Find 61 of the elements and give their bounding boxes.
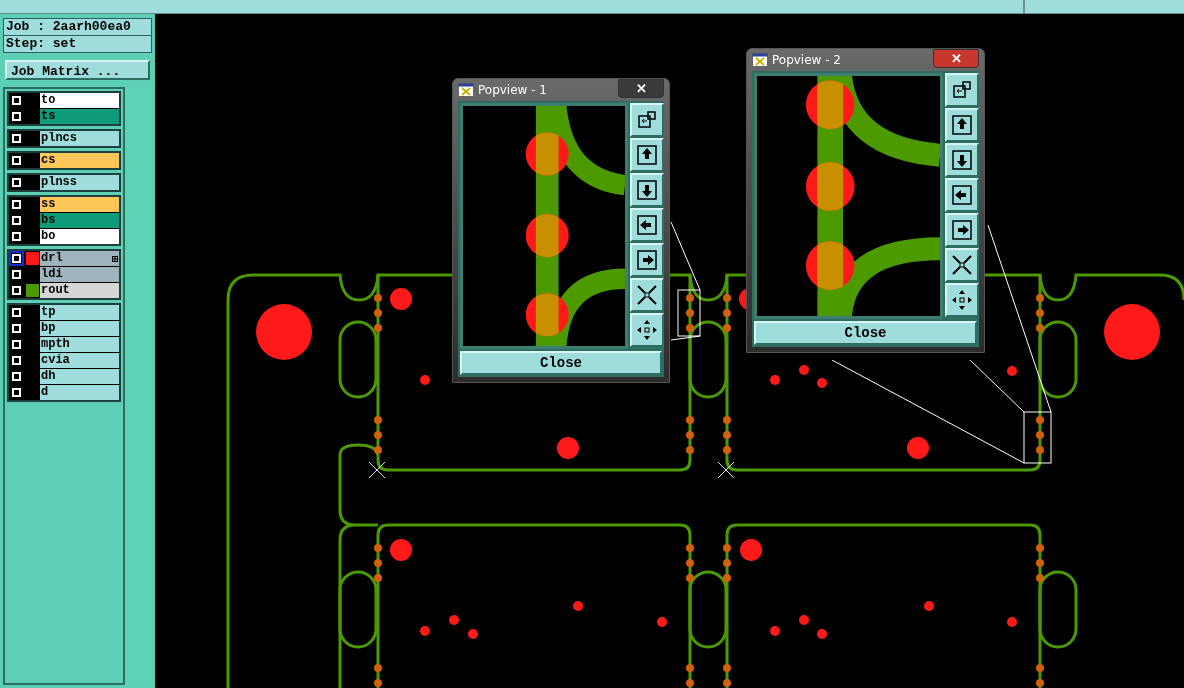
- app-icon: [752, 53, 768, 67]
- layer-row[interactable]: drl: [40, 251, 119, 266]
- job-matrix-button[interactable]: Job Matrix ...: [5, 60, 150, 80]
- arrow-down-icon: [951, 149, 973, 171]
- arrow-right-icon: [636, 249, 658, 271]
- layer-row[interactable]: d: [40, 385, 119, 400]
- expand-arrows-icon: [636, 319, 658, 341]
- view-tool-button[interactable]: [945, 178, 979, 212]
- close-button[interactable]: Close: [754, 321, 977, 345]
- zoom-window-icon: [951, 79, 973, 101]
- close-button[interactable]: Close: [460, 351, 662, 375]
- layer-row[interactable]: ts: [40, 109, 119, 124]
- layer-row[interactable]: mpth: [40, 337, 119, 352]
- view-tool-button[interactable]: [945, 213, 979, 247]
- view-tool-button[interactable]: [630, 138, 664, 172]
- view-tool-button[interactable]: [630, 278, 664, 312]
- close-button[interactable]: ✕: [618, 79, 664, 98]
- layer-row[interactable]: plncs: [40, 131, 119, 146]
- layer-row[interactable]: ldi: [40, 267, 119, 282]
- arrow-down-icon: [636, 179, 658, 201]
- view-tool-button[interactable]: [630, 313, 664, 347]
- expand-arrows-icon: [951, 289, 973, 311]
- arrow-up-icon: [636, 144, 658, 166]
- layer-row[interactable]: ss: [40, 197, 119, 212]
- view-tool-button[interactable]: [630, 243, 664, 277]
- view-tool-button[interactable]: [945, 108, 979, 142]
- window-title: Popview - 1: [478, 82, 547, 99]
- layer-row[interactable]: plnss: [40, 175, 119, 190]
- zoom-area-frame: [1023, 411, 1052, 464]
- layer-row[interactable]: cs: [40, 153, 119, 168]
- close-button[interactable]: ✕: [933, 49, 979, 68]
- layer-row[interactable]: to: [40, 93, 119, 108]
- zoom-area-frame: [677, 289, 701, 337]
- leader-line: [670, 221, 701, 291]
- layer-row[interactable]: tp: [40, 305, 119, 320]
- arrow-up-icon: [951, 114, 973, 136]
- layer-row[interactable]: rout: [40, 283, 119, 298]
- view-tool-button[interactable]: [630, 173, 664, 207]
- layer-row[interactable]: cvia: [40, 353, 119, 368]
- window-title: Popview - 2: [772, 52, 841, 69]
- leader-line: [670, 335, 701, 341]
- layer-row[interactable]: bo: [40, 229, 119, 244]
- shrink-arrows-icon: [951, 254, 973, 276]
- view-tool-button[interactable]: [630, 103, 664, 137]
- job-name: Job : 2aarh00ea0: [4, 19, 151, 35]
- arrow-left-icon: [636, 214, 658, 236]
- view-tool-button[interactable]: [945, 73, 979, 107]
- layer-row[interactable]: bp: [40, 321, 119, 336]
- layer-row[interactable]: bs: [40, 213, 119, 228]
- view-tool-button[interactable]: [630, 208, 664, 242]
- grid-icon: [112, 255, 118, 262]
- shrink-arrows-icon: [636, 284, 658, 306]
- view-tool-button[interactable]: [945, 143, 979, 177]
- layer-row[interactable]: dh: [40, 369, 119, 384]
- zoom-window-icon: [636, 109, 658, 131]
- step-name: Step: set: [4, 36, 151, 52]
- arrow-right-icon: [951, 219, 973, 241]
- arrow-left-icon: [951, 184, 973, 206]
- view-tool-button[interactable]: [945, 283, 979, 317]
- view-tool-button[interactable]: [945, 248, 979, 282]
- app-icon: [458, 83, 474, 97]
